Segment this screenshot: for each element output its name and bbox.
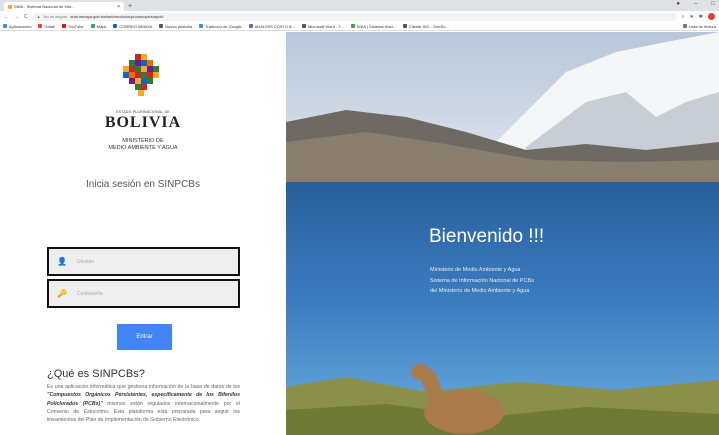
tab-bar: SNIA - Sistema Nacional de Info... × + ●… <box>0 0 719 11</box>
key-icon: 🔑 <box>57 289 67 298</box>
youtube-icon <box>61 24 66 28</box>
profile-circle-icon[interactable]: ● <box>676 1 680 7</box>
username-field[interactable]: 👤 <box>47 247 240 276</box>
globe-icon <box>302 24 307 28</box>
about-heading: ¿Qué es SINPCBs? <box>47 368 145 380</box>
forward-icon[interactable]: → <box>14 14 19 20</box>
reload-icon[interactable]: C <box>24 14 28 20</box>
browser-tab[interactable]: SNIA - Sistema Nacional de Info... × <box>4 2 124 11</box>
zoom-icon[interactable]: ⌕ <box>682 14 685 20</box>
bookmarks-bar: Aplicaciones Gmail YouTube Maps CORREO M… <box>0 22 719 31</box>
bookmark-item[interactable]: YouTube <box>61 24 84 29</box>
bookmark-item[interactable]: Gmail <box>38 24 55 29</box>
bookmark-item[interactable]: CORREO MMAYA <box>113 24 152 29</box>
toolbar-icons: ⌕ ★ ✱ <box>682 13 715 20</box>
avatar[interactable] <box>708 13 715 20</box>
leaf-icon <box>350 24 355 28</box>
bookmark-item[interactable]: Aplicaciones <box>3 24 31 29</box>
user-icon: 👤 <box>57 257 67 266</box>
country-name: BOLIVIA <box>104 114 182 131</box>
extensions-icon[interactable]: ✱ <box>699 14 703 20</box>
about-description: Es una aplicación informática que gestio… <box>47 383 240 424</box>
page-content: ESTADO PLURINACIONAL DE BOLIVIA MINISTER… <box>0 32 719 435</box>
ministry-name: MINISTERIO DE MEDIO AMBIENTE Y AGUA <box>0 138 286 151</box>
username-input[interactable] <box>76 258 217 265</box>
bookmark-item[interactable]: Cliente SIG - GeoSo... <box>402 24 449 29</box>
favicon-icon <box>8 4 12 9</box>
reading-list-button[interactable]: Lista de lectura <box>682 24 716 29</box>
password-input[interactable] <box>76 290 217 297</box>
minimize-icon[interactable]: – <box>694 1 697 7</box>
warning-icon: ▲ <box>36 14 41 19</box>
globe-icon <box>402 24 407 28</box>
document-icon <box>248 24 253 28</box>
google-icon <box>38 24 43 28</box>
close-tab-icon[interactable]: × <box>117 4 120 10</box>
bookmark-item[interactable]: SNIA | Sistema Naci... <box>350 24 396 29</box>
about-text-1: Es una aplicación informática que gestio… <box>47 384 240 390</box>
address-bar[interactable]: ▲ No es seguro snia.mmaya.gob.bo/web/mod… <box>32 12 677 21</box>
bookmark-item[interactable]: Microsoft Word - T... <box>302 24 344 29</box>
url-text: snia.mmaya.gob.bo/web/modulos/pronacops/… <box>70 14 164 19</box>
mail-icon <box>113 24 118 28</box>
bookmark-item[interactable]: Maps <box>90 24 106 29</box>
welcome-heading: Bienvenido !!! <box>429 226 545 247</box>
back-icon[interactable]: ← <box>4 14 9 20</box>
tab-title: SNIA - Sistema Nacional de Info... <box>14 4 75 9</box>
address-toolbar: ← → C ▲ No es seguro snia.mmaya.gob.bo/w… <box>0 11 719 22</box>
security-label: No es seguro <box>43 14 68 19</box>
bookmark-item[interactable]: Traductor de Google <box>199 24 242 29</box>
hero-panel: Bienvenido !!! Ministerio de Medio Ambie… <box>286 32 719 435</box>
welcome-subtitle: Ministerio de Medio Ambiente y Agua Sist… <box>430 265 534 297</box>
login-button[interactable]: Entrar <box>117 324 172 350</box>
bookmark-item[interactable]: ANALISIS COSTO B... <box>248 24 295 29</box>
welcome-line-1: Ministerio de Medio Ambiente y Agua <box>430 267 521 273</box>
login-title: Inicia sesión en SINPCBs <box>86 179 200 190</box>
maps-icon <box>90 24 95 28</box>
welcome-line-2: Sistema de Información Nacional de PCBs <box>430 277 534 284</box>
translate-icon <box>199 24 204 28</box>
new-tab-button[interactable]: + <box>128 2 132 11</box>
ministry-line-2: MEDIO AMBIENTE Y AGUA <box>108 144 178 151</box>
bookmark-item[interactable]: Nueva pestaña <box>159 24 192 29</box>
browser-window: SNIA - Sistema Nacional de Info... × + ●… <box>0 0 719 435</box>
maximize-icon[interactable]: □ <box>711 1 715 7</box>
list-icon <box>682 24 687 28</box>
welcome-line-3: del Ministerio de Medio Ambiente y Agua <box>430 288 530 294</box>
ministry-logo <box>123 54 159 96</box>
star-icon[interactable]: ★ <box>689 14 693 20</box>
globe-icon <box>159 24 164 28</box>
window-controls: ● – □ <box>676 1 715 7</box>
apps-icon <box>3 24 7 28</box>
login-panel: ESTADO PLURINACIONAL DE BOLIVIA MINISTER… <box>0 32 286 435</box>
password-field[interactable]: 🔑 <box>47 279 240 308</box>
